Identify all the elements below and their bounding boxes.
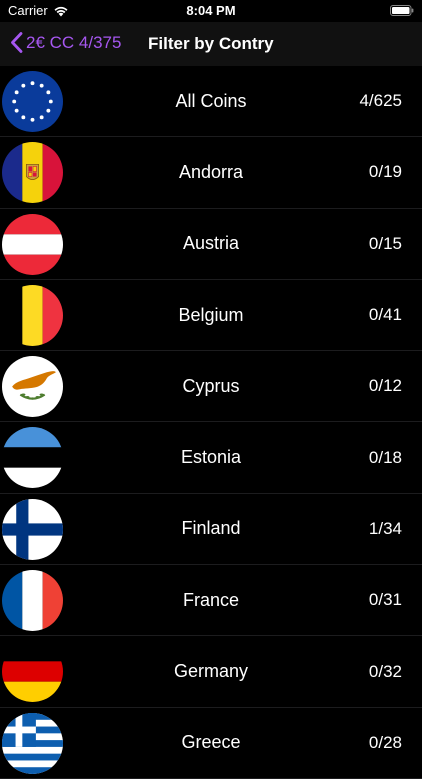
- country-row-greece[interactable]: Greece 0/28: [0, 708, 422, 779]
- country-name: Germany: [173, 661, 249, 682]
- coin-count: 0/32: [368, 661, 402, 681]
- chevron-left-icon: [11, 32, 23, 53]
- country-row-cyprus[interactable]: Cyprus 0/12: [0, 351, 422, 423]
- coin-count: 0/18: [368, 447, 402, 467]
- country-name: All Coins: [175, 90, 247, 111]
- country-name: Andorra: [178, 161, 244, 182]
- country-name: Finland: [181, 518, 241, 539]
- germany-flag-icon: [2, 641, 63, 703]
- belgium-flag-icon: [2, 284, 63, 346]
- austria-flag-icon: [2, 213, 63, 275]
- coin-count: 0/41: [368, 305, 402, 325]
- country-name: Cyprus: [182, 375, 240, 396]
- country-name: Belgium: [178, 304, 244, 325]
- country-name: Greece: [181, 732, 241, 753]
- navigation-bar: 2€ CC 4/375 Filter by Contry: [0, 22, 422, 66]
- coin-count: 0/28: [368, 732, 402, 752]
- country-row-finland[interactable]: Finland 1/34: [0, 494, 422, 566]
- back-button[interactable]: 2€ CC 4/375: [10, 32, 121, 53]
- page-title: Filter by Contry: [148, 34, 274, 53]
- country-row-austria[interactable]: Austria 0/15: [0, 209, 422, 280]
- coin-count: 0/12: [368, 376, 402, 396]
- country-row-andorra[interactable]: Andorra 0/19: [0, 137, 422, 209]
- back-button-label: 2€ CC 4/375: [26, 32, 122, 52]
- status-bar: Carrier 8:04 PM: [0, 0, 422, 22]
- eu-flag-icon: [2, 71, 63, 132]
- country-name: France: [182, 589, 240, 610]
- andorra-flag-icon: [2, 142, 63, 204]
- greece-flag-icon: [2, 712, 63, 774]
- country-row-estonia[interactable]: Estonia 0/18: [0, 422, 422, 494]
- estonia-flag-icon: [2, 427, 63, 489]
- country-row-belgium[interactable]: Belgium 0/41: [0, 280, 422, 352]
- country-name: Estonia: [180, 447, 242, 468]
- country-row-all-coins[interactable]: All Coins 4/625: [0, 66, 422, 138]
- coin-count: 0/15: [368, 233, 402, 253]
- cyprus-flag-icon: [2, 356, 63, 418]
- country-name: Austria: [182, 233, 240, 254]
- country-list: All Coins 4/625 Andorra 0/19 Austria 0/1…: [0, 66, 422, 779]
- finland-flag-icon: [2, 498, 63, 560]
- battery-icon: [390, 5, 414, 16]
- coin-count: 0/19: [368, 162, 402, 182]
- coin-count: 4/625: [359, 91, 402, 111]
- country-row-france[interactable]: France 0/31: [0, 565, 422, 637]
- country-row-germany[interactable]: Germany 0/32: [0, 636, 422, 708]
- clock: 8:04 PM: [186, 3, 236, 18]
- coin-count: 1/34: [368, 518, 402, 538]
- coin-count: 0/31: [368, 590, 402, 610]
- france-flag-icon: [2, 570, 63, 632]
